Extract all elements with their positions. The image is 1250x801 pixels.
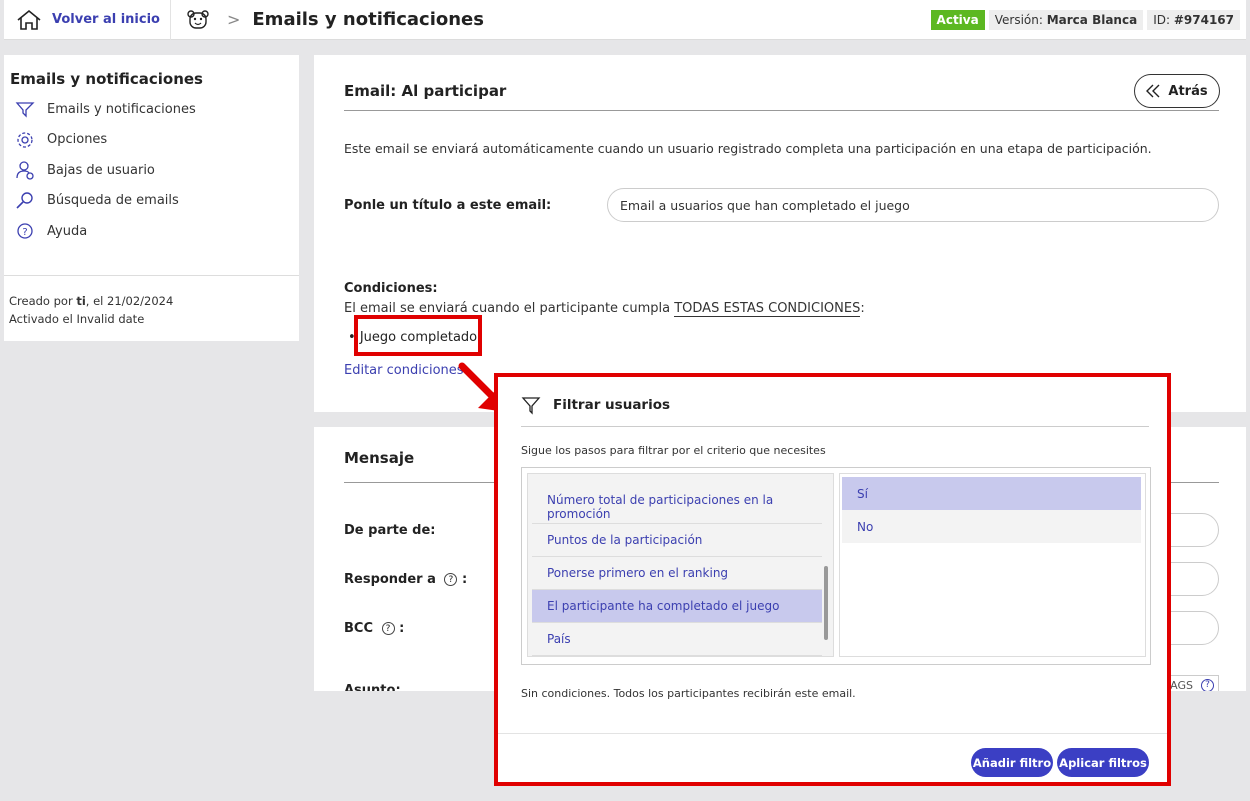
activated-line: Activado el Invalid date (9, 312, 145, 326)
tags-label: AGS (1170, 678, 1193, 692)
help-icon[interactable]: ? (444, 573, 458, 586)
criteria-option[interactable]: País (532, 623, 822, 656)
sidebar-item-label: Bajas de usuario (47, 162, 155, 178)
modal-subtitle: Sigue los pasos para filtrar por el crit… (521, 444, 826, 457)
divider (344, 110, 1219, 111)
id-label: ID: (1153, 13, 1171, 27)
version-tag: Versión: Marca Blanca (988, 10, 1144, 30)
tags-button[interactable]: AGS? (1169, 675, 1219, 691)
reply-to-colon: : (461, 572, 468, 587)
scrollbar[interactable] (824, 566, 828, 640)
highlight-box (354, 315, 482, 356)
criteria-option[interactable]: Puntos de la participación (532, 524, 822, 557)
divider (521, 426, 1149, 427)
id-tag: ID: #974167 (1147, 10, 1240, 30)
sidebar-item-label: Emails y notificaciones (47, 101, 196, 117)
help-icon: ? (17, 223, 33, 239)
no-conditions-text: Sin condiciones. Todos los participantes… (521, 687, 856, 700)
home-link-label: Volver al inicio (52, 12, 160, 27)
created-date: , el 21/02/2024 (85, 294, 174, 308)
help-icon: ? (1201, 678, 1214, 691)
conditions-text-emph: TODAS ESTAS CONDICIONES (674, 301, 861, 317)
title-field-label: Ponle un título a este email: (344, 198, 552, 213)
filter-icon (521, 397, 541, 415)
divider (498, 733, 1167, 734)
sidebar-divider (4, 275, 299, 276)
email-settings-panel: Email: Al participar Atrás Este email se… (314, 55, 1246, 412)
sidebar-title: Emails y notificaciones (10, 70, 203, 88)
modal-header: Filtrar usuarios (521, 395, 670, 415)
back-button[interactable]: Atrás (1134, 74, 1220, 108)
status-area: Activa Versión: Marca Blanca ID: #974167 (930, 10, 1240, 30)
value-list[interactable]: Sí No (839, 473, 1146, 657)
sidebar-item-label: Ayuda (47, 223, 88, 239)
sidebar-item-options[interactable]: Opciones (4, 125, 299, 156)
sidebar: Emails y notificaciones Emails y notific… (4, 55, 299, 341)
criteria-option[interactable]: Ponerse primero en el ranking (532, 557, 822, 590)
svg-text:?: ? (22, 227, 27, 238)
from-label: De parte de: (344, 523, 436, 538)
status-badge: Activa (930, 10, 985, 30)
value-option[interactable]: No (842, 510, 1141, 543)
value-option-selected[interactable]: Sí (842, 477, 1141, 510)
conditions-text-prefix: El email se enviará cuando el participan… (344, 301, 671, 316)
conditions-text-suffix: : (860, 301, 865, 316)
sidebar-item-label: Opciones (47, 132, 108, 148)
sidebar-item-unsubscribes[interactable]: Bajas de usuario (4, 155, 299, 186)
filter-picker: Número total de participaciones en la pr… (521, 467, 1151, 665)
version-label: Versión: (994, 13, 1043, 27)
edit-conditions-link[interactable]: Editar condiciones (344, 363, 464, 378)
sidebar-item-help[interactable]: ? Ayuda (4, 216, 299, 247)
sidebar-item-emails[interactable]: Emails y notificaciones (4, 94, 299, 125)
apply-filters-button[interactable]: Aplicar filtros (1057, 748, 1149, 777)
modal-title: Filtrar usuarios (553, 397, 671, 413)
top-bar: Volver al inicio > Emails y notificacion… (4, 0, 1246, 40)
conditions-text: El email se enviará cuando el participan… (344, 301, 865, 317)
search-icon (16, 192, 33, 209)
page-title: Emails y notificaciones (252, 9, 484, 30)
gear-icon (17, 132, 33, 148)
message-title: Mensaje (344, 449, 415, 467)
email-title-input[interactable]: Email a usuarios que han completado el j… (607, 188, 1219, 222)
created-prefix: Creado por (9, 294, 73, 308)
sidebar-item-email-search[interactable]: Búsqueda de emails (4, 186, 299, 217)
subject-label: Asunto: (344, 683, 401, 691)
created-by: ti (76, 294, 86, 308)
breadcrumb-separator-icon: > (226, 10, 241, 29)
home-link[interactable]: Volver al inicio (4, 0, 171, 40)
sidebar-menu: Emails y notificaciones Opciones Bajas d… (4, 94, 299, 247)
created-line: Creado por ti, el 21/02/2024 (9, 292, 173, 310)
double-chevron-left-icon (1146, 84, 1160, 98)
bcc-colon: : (399, 621, 405, 636)
criteria-list[interactable]: Número total de participaciones en la pr… (527, 473, 834, 657)
bcc-label-text: BCC (344, 621, 373, 636)
email-description: Este email se enviará automáticamente cu… (344, 141, 1152, 156)
criteria-option[interactable]: Número total de participaciones en la pr… (532, 491, 822, 524)
bcc-label: BCC ? : (344, 621, 404, 636)
reply-to-label: Responder a ? : (344, 572, 467, 587)
bear-logo-icon (171, 0, 225, 40)
creation-meta: Creado por ti, el 21/02/2024 Activado el… (9, 292, 173, 328)
version-value: Marca Blanca (1046, 13, 1138, 27)
send-icon (15, 102, 35, 118)
help-icon[interactable]: ? (381, 622, 395, 635)
id-value: #974167 (1173, 13, 1234, 27)
back-button-label: Atrás (1168, 83, 1208, 99)
panel-title: Email: Al participar (344, 82, 507, 100)
criteria-option-selected[interactable]: El participante ha completado el juego (532, 590, 822, 623)
conditions-title: Condiciones: (344, 281, 438, 296)
reply-to-label-text: Responder a (344, 572, 436, 587)
add-filter-button[interactable]: Añadir filtro (971, 748, 1053, 777)
user-remove-icon (16, 161, 34, 180)
filter-users-modal: Filtrar usuarios Sigue los pasos para fi… (494, 373, 1171, 786)
sidebar-item-label: Búsqueda de emails (47, 193, 179, 209)
home-icon (17, 9, 41, 30)
